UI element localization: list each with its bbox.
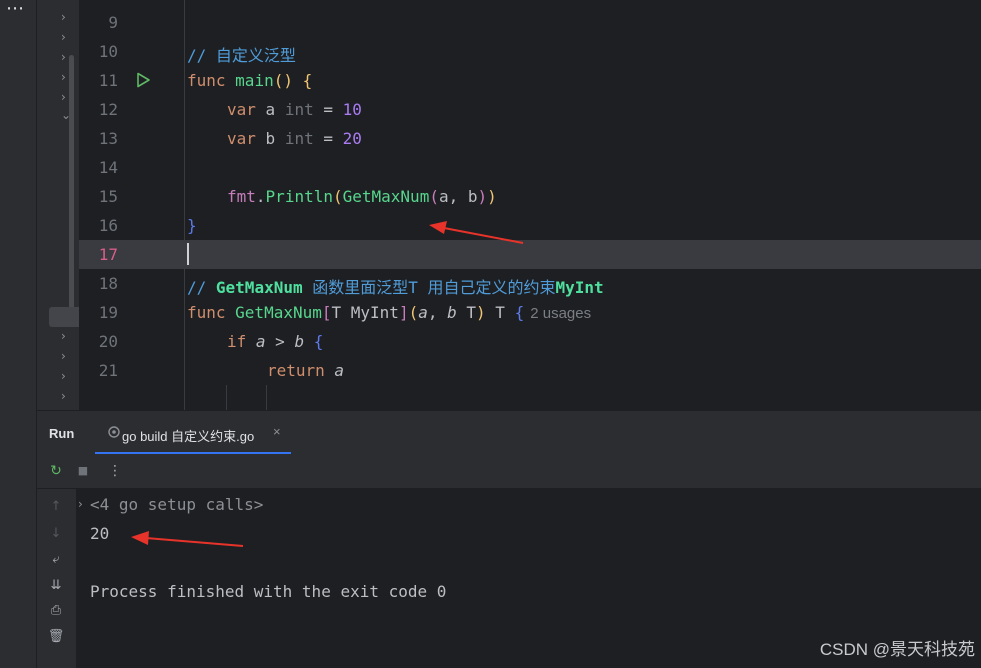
setup-calls-line[interactable]: <4 go setup calls> (90, 495, 263, 514)
chevron-right-icon[interactable]: › (61, 369, 73, 383)
comment: // 自定义泛型 (187, 46, 296, 65)
more-icon[interactable]: ⋮ (106, 462, 124, 480)
run-toolbar: ↻ ■ ⋮ (37, 454, 981, 489)
chevron-right-icon[interactable]: › (78, 497, 83, 511)
chevron-right-icon[interactable]: › (61, 389, 73, 403)
chevron-right-icon[interactable]: › (61, 329, 73, 343)
code-text: } (187, 216, 197, 235)
tree-selected-item[interactable] (49, 307, 79, 327)
process-finished-line: Process finished with the exit code 0 (90, 582, 447, 601)
code-line: 20 if a > b { (79, 327, 981, 356)
code-text: var a int = 10 (227, 100, 362, 119)
comment: // GetMaxNum 函数里面泛型T 用自己定义的约束MyInt (187, 278, 604, 297)
code-line: 19 func GetMaxNum[T MyInt](a, b T) T {2 … (79, 298, 981, 327)
tool-window-strip: ⋯ (0, 0, 37, 668)
line-number: 10 (98, 42, 118, 61)
console-side-toolbar: ↑ ↓ ⤶ ⇊ ⎙ 🗑 (37, 489, 76, 668)
code-text: var b int = 20 (227, 129, 362, 148)
current-line: 17 (79, 240, 981, 269)
run-tab-label: go build 自定义约束.go (122, 429, 255, 444)
stop-icon[interactable]: ■ (74, 462, 92, 480)
indent-guide (266, 385, 267, 410)
line-number: 20 (98, 332, 118, 351)
code-line: 12 var a int = 10 (79, 95, 981, 124)
code-line: 11 func main() { (79, 66, 981, 95)
code-text: func main() { (187, 71, 313, 90)
line-number: 14 (98, 158, 118, 177)
code-line: 10 // 自定义泛型 (79, 37, 981, 66)
line-number: 19 (98, 303, 118, 322)
usages-hint[interactable]: 2 usages (530, 305, 591, 322)
close-icon[interactable]: × (273, 424, 281, 439)
line-number: 11 (98, 71, 118, 90)
code-text: func GetMaxNum[T MyInt](a, b T) T {2 usa… (187, 303, 592, 322)
line-number: 9 (108, 13, 118, 32)
run-panel-header: Run go build 自定义约束.go × (37, 410, 981, 454)
chevron-right-icon[interactable]: › (61, 349, 73, 363)
run-tab[interactable]: go build 自定义约束.go × (95, 411, 291, 454)
arrow-up-icon[interactable]: ↑ (47, 498, 65, 516)
code-editor[interactable]: 9 10 // 自定义泛型 11 func main() { 12 var a … (79, 0, 981, 410)
line-number: 21 (98, 361, 118, 380)
line-number: 12 (98, 100, 118, 119)
scroll-to-end-icon[interactable]: ⇊ (47, 577, 65, 595)
arrow-down-icon[interactable]: ↓ (47, 525, 65, 543)
text-caret (187, 243, 189, 265)
chevron-right-icon[interactable]: › (61, 10, 73, 24)
code-line: 15 fmt.Println(GetMaxNum(a, b)) (79, 182, 981, 211)
code-line: 18 // GetMaxNum 函数里面泛型T 用自己定义的约束MyInt (79, 269, 981, 298)
more-icon[interactable]: ⋯ (6, 0, 25, 19)
line-number: 18 (98, 274, 118, 293)
watermark: CSDN @景天科技苑 (819, 640, 975, 659)
chevron-right-icon[interactable]: › (61, 30, 73, 44)
trash-icon[interactable]: 🗑 (47, 628, 65, 646)
project-tree: › › › › › ⌄ › › › › (37, 0, 79, 410)
code-line: 21 return a (79, 356, 981, 385)
program-output: 20 (90, 524, 110, 543)
tree-scrollbar[interactable] (69, 55, 74, 315)
line-number: 15 (98, 187, 118, 206)
print-icon[interactable]: ⎙ (47, 602, 65, 620)
soft-wrap-icon[interactable]: ⤶ (47, 551, 65, 569)
line-number: 16 (98, 216, 118, 235)
line-number: 17 (98, 245, 118, 264)
line-number: 13 (98, 129, 118, 148)
go-build-icon (108, 426, 120, 438)
indent-guide (226, 385, 227, 410)
run-panel-title[interactable]: Run (49, 426, 74, 441)
code-line: 16 } (79, 211, 981, 240)
code-text: fmt.Println(GetMaxNum(a, b)) (227, 187, 497, 206)
rerun-icon[interactable]: ↻ (47, 462, 65, 480)
code-line: 13 var b int = 20 (79, 124, 981, 153)
code-text: return a (267, 361, 345, 380)
code-text: if a > b { (227, 332, 324, 351)
run-icon[interactable] (135, 72, 151, 88)
code-line: 9 (79, 8, 981, 37)
code-line: 14 (79, 153, 981, 182)
